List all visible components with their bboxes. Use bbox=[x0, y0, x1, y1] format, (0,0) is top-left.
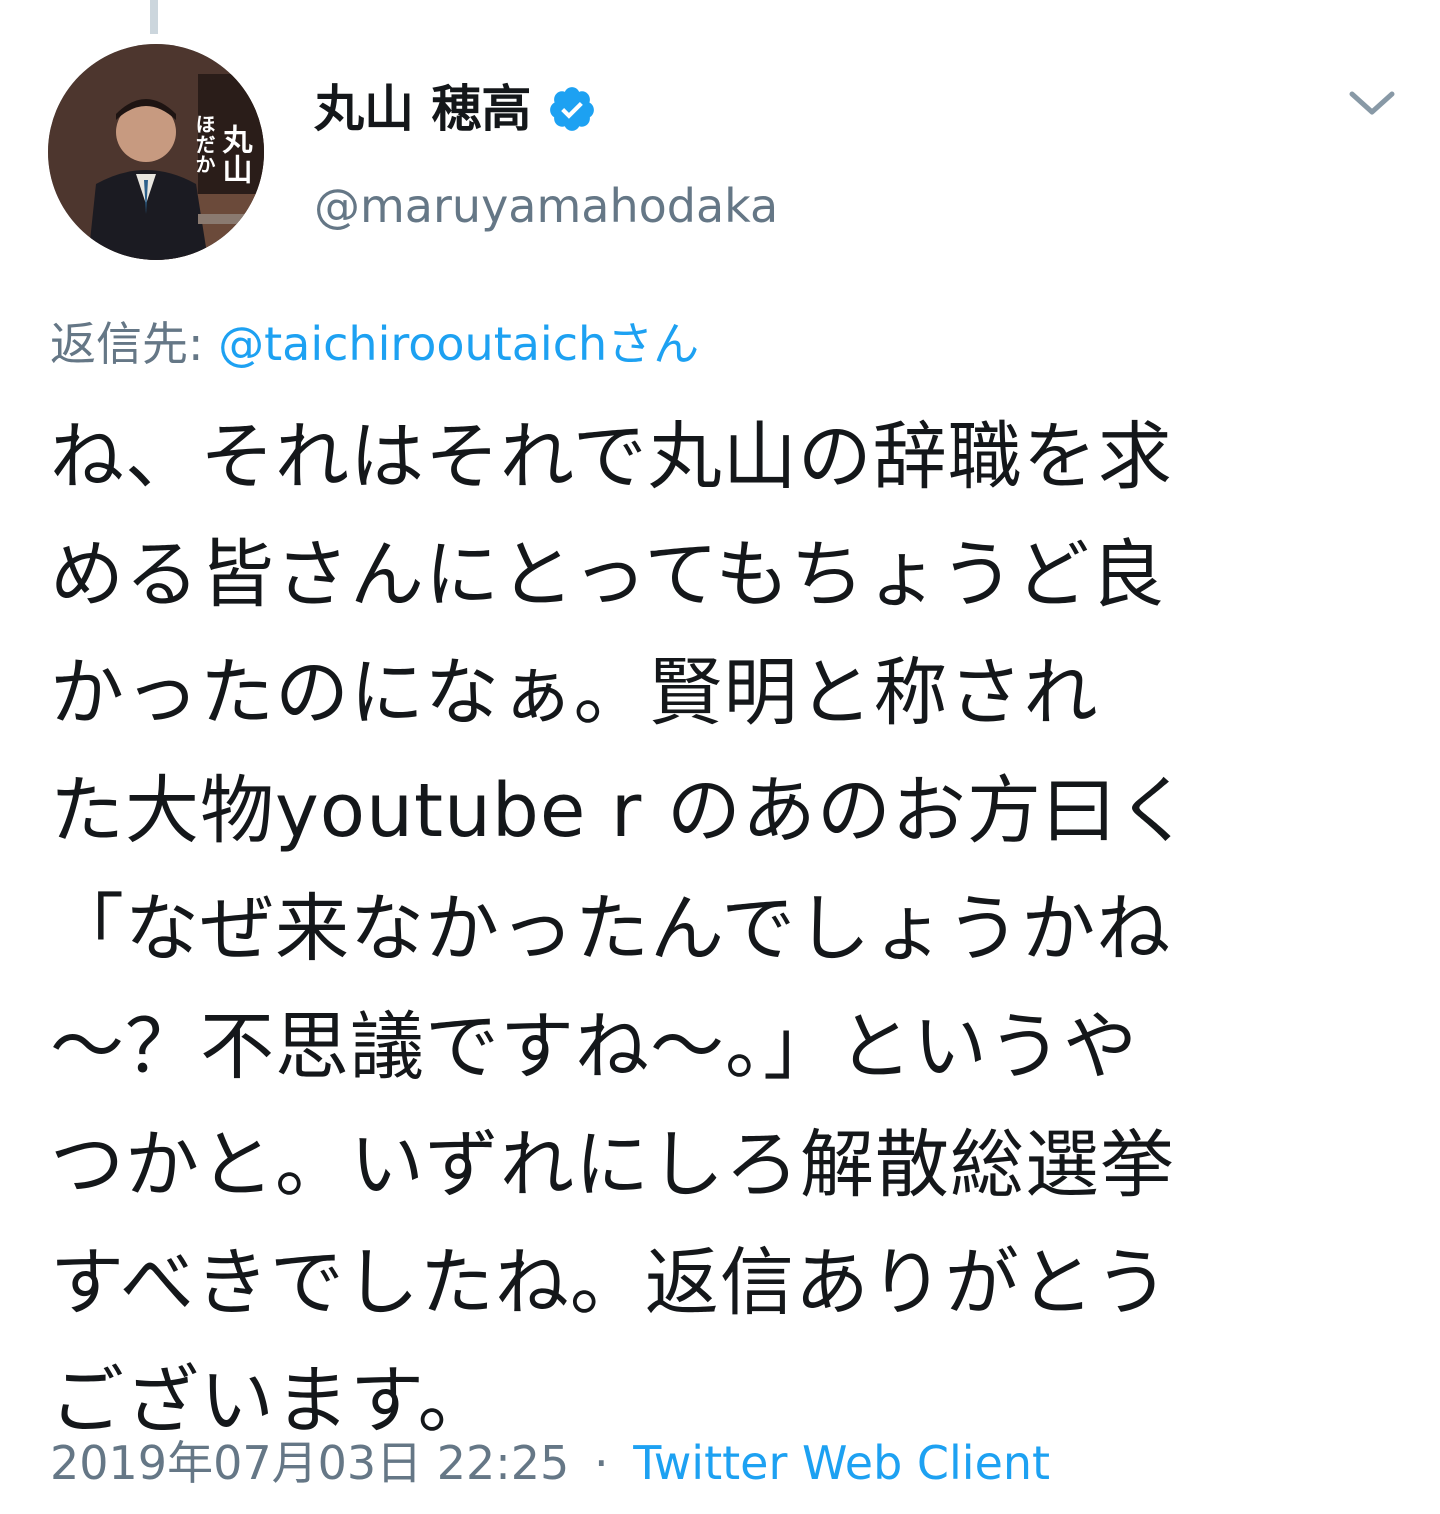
tweet-text-line: つかと。いずれにしろ解散総選挙 bbox=[50, 1122, 1175, 1208]
avatar[interactable]: 丸山 ほだか bbox=[48, 44, 264, 260]
tweet-text-line: 〜？不思議ですね〜。」というや bbox=[50, 1004, 1138, 1090]
tweet-client-link[interactable]: Twitter Web Client bbox=[633, 1436, 1050, 1490]
meta-separator: · bbox=[593, 1436, 609, 1490]
tweet-text-line: 「なぜ来なかったんでしょうかね bbox=[50, 886, 1172, 972]
reply-to-handle-link[interactable]: @taichirooutaichさん bbox=[218, 317, 699, 371]
author-name-row: 丸山 穂高 bbox=[314, 74, 597, 144]
tweet-text: ね、それはそれで丸山の辞職を求 める皆さんにとってもちょうど良 かったのになぁ。… bbox=[50, 398, 1390, 1460]
tweet-text-line: た大物youtube r のあのお方曰く bbox=[50, 768, 1192, 854]
tweet-text-line: ね、それはそれで丸山の辞職を求 bbox=[50, 414, 1173, 500]
verified-badge-icon bbox=[547, 84, 597, 134]
avatar-logo-text-2: ほだか bbox=[192, 114, 216, 174]
reply-to-line: 返信先: @taichirooutaichさん bbox=[50, 312, 699, 376]
author-display-name[interactable]: 丸山 穂高 bbox=[314, 74, 531, 144]
tweet-meta: 2019年07月03日 22:25 · Twitter Web Client bbox=[50, 1430, 1050, 1496]
tweet-timestamp[interactable]: 2019年07月03日 22:25 bbox=[50, 1436, 569, 1490]
reply-to-label: 返信先: bbox=[50, 317, 204, 371]
tweet-text-line: すべきでしたね。返信ありがとう bbox=[50, 1240, 1170, 1326]
author-handle[interactable]: @maruyamahodaka bbox=[314, 176, 778, 236]
tweet-text-line: かったのになぁ。賢明と称され bbox=[50, 650, 1099, 736]
chevron-down-icon[interactable] bbox=[1344, 84, 1400, 124]
avatar-image: 丸山 ほだか bbox=[48, 44, 264, 260]
tweet-text-line: める皆さんにとってもちょうど良 bbox=[50, 532, 1166, 618]
avatar-logo-text-1: 丸山 bbox=[217, 124, 254, 184]
thread-connector-line bbox=[150, 0, 158, 34]
